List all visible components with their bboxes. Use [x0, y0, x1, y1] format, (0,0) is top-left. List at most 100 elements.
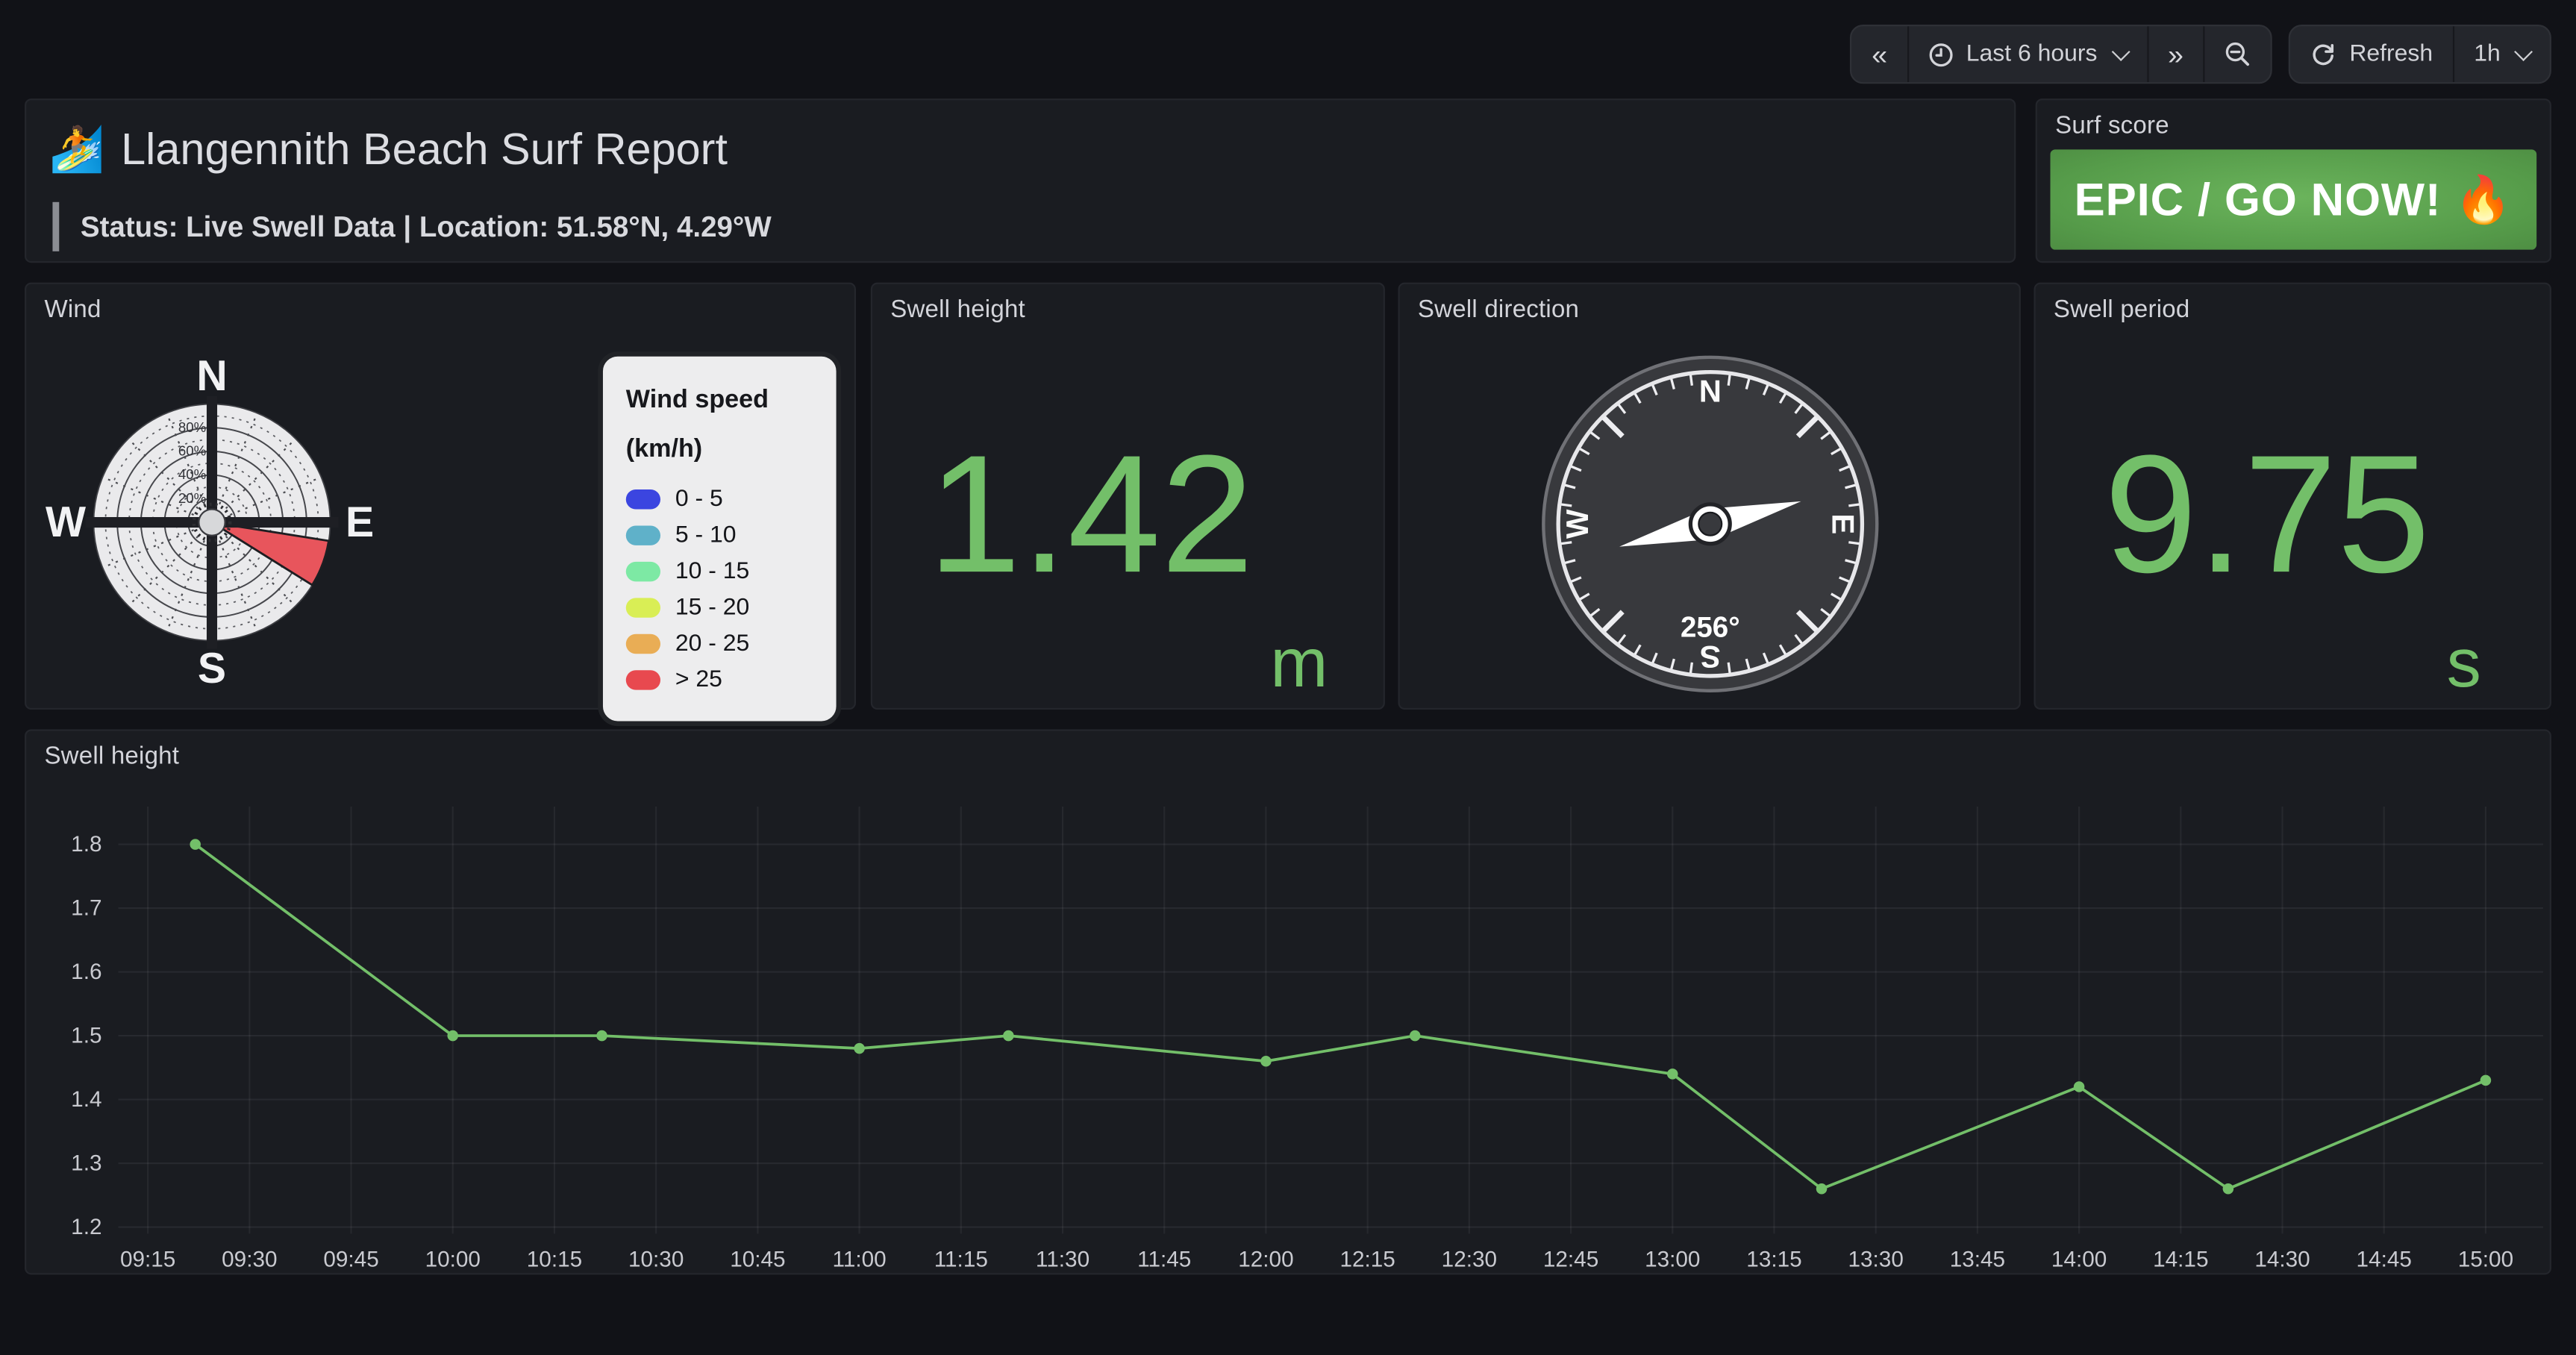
legend-item[interactable]: 5 - 10	[626, 518, 820, 554]
x-axis-tick-label: 10:15	[527, 1247, 582, 1271]
x-axis-tick-label: 11:00	[833, 1247, 887, 1271]
chart-point	[1410, 1030, 1421, 1042]
y-axis-tick-label: 1.2	[71, 1215, 101, 1239]
compass-cardinal-N: N	[1699, 373, 1722, 408]
x-axis-tick-label: 13:45	[1950, 1247, 2005, 1271]
refresh-interval-picker[interactable]: 1h	[2453, 26, 2550, 82]
zoom-out-button[interactable]	[2203, 26, 2270, 82]
swell-period-unit: s	[2447, 629, 2481, 698]
chevron-down-icon	[2514, 43, 2533, 61]
stat-value-wrap: 1.42 m	[872, 284, 1384, 708]
legend-item[interactable]: > 25	[626, 663, 820, 698]
rose-ring-label: 40%	[178, 466, 206, 482]
y-axis-tick-label: 1.5	[71, 1024, 101, 1048]
swell-height-chart-panel: Swell height 1.81.71.61.51.41.31.209:150…	[25, 729, 2551, 1274]
chart-point	[596, 1030, 607, 1042]
compass-cardinal-S: S	[1700, 639, 1721, 675]
time-shift-back-button[interactable]: «	[1852, 26, 1907, 82]
compass-minor-tick	[1848, 542, 1859, 544]
compass-minor-tick	[1561, 542, 1572, 544]
x-axis-tick-label: 14:15	[2153, 1247, 2208, 1271]
chart-point	[2480, 1075, 2492, 1086]
chart-point	[447, 1030, 458, 1042]
legend-item[interactable]: 20 - 25	[626, 627, 820, 663]
chevron-down-icon	[2111, 43, 2130, 61]
compass-hub-inner	[1698, 513, 1722, 536]
chart-point	[854, 1043, 865, 1054]
x-axis-tick-label: 12:15	[1339, 1247, 1395, 1271]
refresh-icon	[2310, 41, 2336, 67]
double-chevron-left-icon: «	[1872, 40, 1887, 68]
x-axis-tick-label: 14:45	[2357, 1247, 2412, 1271]
x-axis-tick-label: 14:00	[2051, 1247, 2107, 1271]
legend-label: 20 - 25	[675, 631, 749, 657]
legend-swatch-icon	[626, 598, 660, 618]
panel-title: Surf score	[2055, 112, 2169, 140]
compass-minor-tick	[1728, 663, 1730, 673]
legend-item[interactable]: 10 - 15	[626, 554, 820, 590]
chart-point	[2074, 1081, 2085, 1092]
legend-label: 15 - 20	[675, 595, 749, 622]
rose-ring-label: 80%	[178, 419, 206, 435]
y-axis-tick-label: 1.4	[71, 1087, 101, 1112]
chart-point	[1260, 1056, 1272, 1067]
x-axis-tick-label: 12:30	[1442, 1247, 1497, 1271]
dashboard: « Last 6 hours »	[0, 0, 2576, 1355]
x-axis-tick-label: 12:00	[1238, 1247, 1293, 1271]
panel-title: Wind	[44, 295, 101, 323]
x-axis-tick-label: 10:30	[628, 1247, 684, 1271]
chart-point	[1667, 1068, 1678, 1080]
legend-swatch-icon	[626, 490, 660, 510]
y-axis-tick-label: 1.8	[71, 832, 101, 857]
rose-cardinal-S: S	[198, 645, 226, 692]
legend-item[interactable]: 0 - 5	[626, 482, 820, 518]
compass-minor-tick	[1728, 375, 1730, 386]
rose-cardinal-E: E	[346, 498, 374, 546]
x-axis-tick-label: 14:30	[2254, 1247, 2310, 1271]
legend-label: > 25	[675, 668, 722, 694]
legend-item[interactable]: 15 - 20	[626, 590, 820, 626]
compass-cardinal-W: W	[1560, 509, 1595, 539]
x-axis-tick-label: 09:15	[120, 1247, 175, 1271]
header-panel: 🏄 Llangennith Beach Surf Report Status: …	[25, 98, 2016, 263]
surf-score-value-box: EPIC / GO NOW! 🔥	[2051, 149, 2537, 249]
time-range-picker[interactable]: Last 6 hours	[1907, 26, 2147, 82]
refresh-controls: Refresh 1h	[2289, 25, 2551, 84]
x-axis-tick-label: 10:45	[730, 1247, 785, 1271]
panel-title: Swell height	[44, 742, 179, 770]
compass-minor-tick	[1561, 504, 1572, 506]
stat-value-wrap: 9.75 s	[2036, 284, 2550, 708]
time-shift-forward-button[interactable]: »	[2147, 26, 2204, 82]
x-axis-tick-label: 09:45	[323, 1247, 378, 1271]
x-axis-tick-label: 11:30	[1036, 1247, 1090, 1271]
compass-minor-tick	[1690, 375, 1692, 386]
compass-value: 256°	[1681, 611, 1740, 643]
legend-label: 0 - 5	[675, 487, 723, 513]
swell-height-unit: m	[1270, 629, 1328, 698]
wind-legend-title: Wind speed (km/h)	[626, 376, 820, 475]
surfer-emoji-icon: 🏄	[49, 123, 104, 175]
x-axis-tick-label: 15:00	[2458, 1247, 2513, 1271]
x-axis-tick-label: 11:15	[934, 1247, 988, 1271]
x-axis-tick-label: 13:30	[1848, 1247, 1903, 1271]
chart-point	[1816, 1183, 1828, 1195]
wind-panel: Wind 20%40%60%80%NESW Wind speed (km/h) …	[25, 283, 856, 710]
rose-cardinal-W: W	[46, 498, 86, 546]
swell-height-timeseries: 1.81.71.61.51.41.31.209:1509:3009:4510:0…	[26, 731, 2550, 1274]
rose-cardinal-N: N	[196, 352, 227, 400]
panel-title: Swell period	[2054, 295, 2190, 323]
legend-label: 5 - 10	[675, 523, 737, 549]
x-axis-tick-label: 13:00	[1645, 1247, 1700, 1271]
blockquote-bar	[52, 202, 59, 251]
surf-score-panel: Surf score EPIC / GO NOW! 🔥	[2036, 98, 2551, 263]
refresh-interval-label: 1h	[2474, 41, 2501, 67]
swell-period-value: 9.75	[2104, 431, 2430, 598]
compass-gauge: NESW256°	[1400, 284, 2019, 708]
clock-icon	[1928, 42, 1953, 66]
rose-ring-label: 20%	[178, 490, 206, 506]
refresh-label: Refresh	[2349, 41, 2433, 67]
wind-legend: Wind speed (km/h) 0 - 5 5 - 10 10 - 15 15 -…	[598, 351, 841, 727]
y-axis-tick-label: 1.6	[71, 960, 101, 984]
refresh-button[interactable]: Refresh	[2290, 26, 2452, 82]
wind-legend-items: 0 - 5 5 - 10 10 - 15 15 - 20 20 - 25 > 25	[626, 482, 820, 699]
